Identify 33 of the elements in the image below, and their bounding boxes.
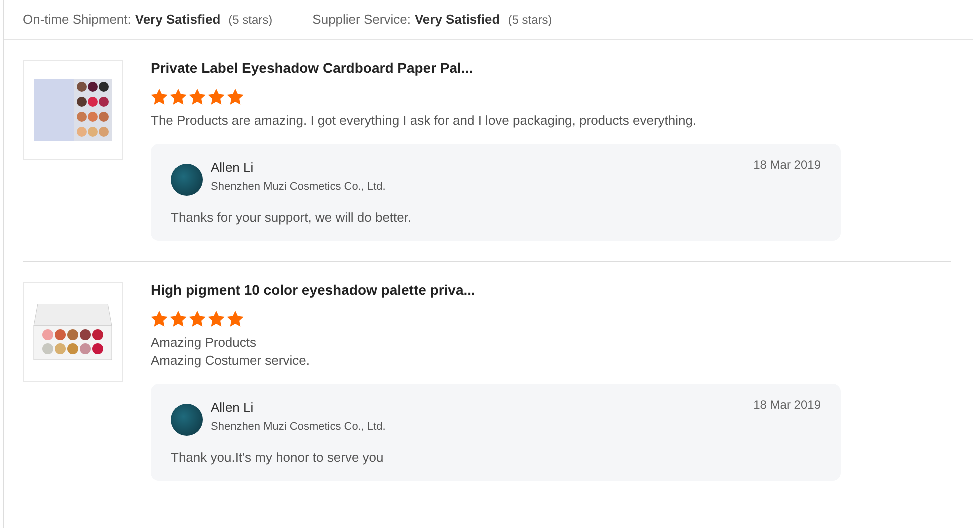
product-thumbnail[interactable]: [23, 282, 123, 382]
product-thumbnail[interactable]: [23, 60, 123, 160]
star-icon: [170, 311, 187, 327]
reply-text: Thanks for your support, we will do better.: [171, 210, 413, 225]
company-name: Shenzhen Muzi Cosmetics Co., Ltd.: [211, 181, 387, 193]
reply-date: 18 Mar 2019: [754, 158, 821, 172]
avatar: [171, 404, 203, 436]
star-icon: [170, 89, 187, 105]
replier-name: Allen Li: [211, 399, 255, 417]
review-comment: Amazing Products: [151, 334, 258, 352]
star-icon: [151, 89, 168, 105]
rating-label: On-time Shipment:: [23, 12, 132, 27]
review-comment: The Products are amazing. I got everything I ask for and I love packaging, products everything.: [151, 112, 698, 130]
star-icon: [227, 311, 244, 327]
rating-label: Supplier Service:: [312, 12, 411, 27]
rating-value: Very Satisfied: [135, 12, 221, 27]
product-title[interactable]: High pigment 10 color eyeshadow palette priva...: [151, 282, 841, 300]
star-icon: [151, 311, 168, 327]
review-comment: Amazing Costumer service.: [151, 352, 311, 370]
rating-note: (5 stars): [228, 13, 273, 27]
star-icon: [227, 89, 244, 105]
product-title[interactable]: Private Label Eyeshadow Cardboard Paper Pal...: [151, 60, 841, 78]
company-name: Shenzhen Muzi Cosmetics Co., Ltd.: [211, 421, 387, 433]
rating-value: Very Satisfied: [414, 12, 500, 27]
rating-note: (5 stars): [508, 13, 552, 27]
star-icon: [189, 89, 206, 105]
star-icon: [189, 311, 206, 327]
reply-date: 18 Mar 2019: [754, 398, 821, 412]
star-icon: [208, 89, 225, 105]
avatar: [171, 164, 203, 196]
reply-text: Thank you.It's my honor to serve you: [171, 450, 385, 465]
star-icon: [208, 311, 225, 327]
replier-name: Allen Li: [211, 159, 255, 177]
